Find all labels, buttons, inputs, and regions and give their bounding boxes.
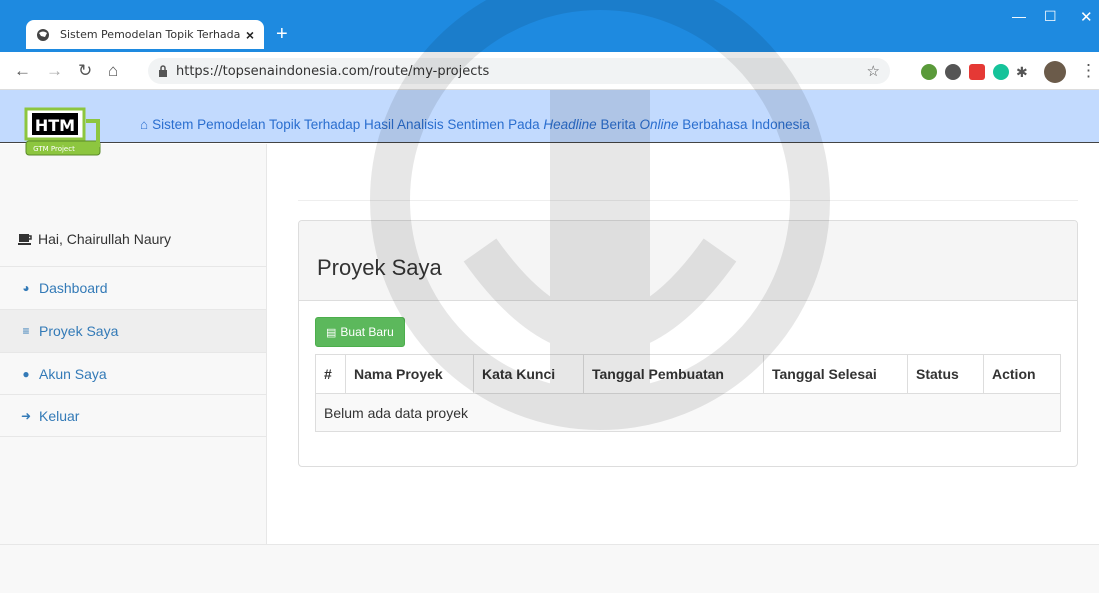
table-row: Belum ada data proyek: [315, 393, 1061, 432]
column-header: Tanggal Pembuatan: [583, 354, 764, 394]
globe-icon: [37, 28, 49, 41]
create-project-button[interactable]: ▤ Buat Baru: [315, 317, 405, 347]
logo-text: HTM: [35, 116, 75, 135]
address-toolbar: ← → ↻ ⌂ https://topsenaindonesia.com/rou…: [0, 52, 1099, 90]
coffee-icon: [18, 234, 32, 245]
home-icon[interactable]: ⌂: [108, 61, 118, 81]
sidebar-item-akun-saya[interactable]: ● Akun Saya: [0, 352, 266, 395]
table-header-row: # Nama Proyek Kata Kunci Tanggal Pembuat…: [315, 354, 1061, 394]
sidebar-item-keluar[interactable]: ➜ Keluar: [0, 394, 266, 437]
projects-panel: Proyek Saya ▤ Buat Baru # Nama Proyek Ka…: [298, 220, 1078, 467]
browser-titlebar: Sistem Pemodelan Topik Terhada × + — ☐ ✕: [0, 0, 1099, 52]
content-divider: [298, 200, 1078, 201]
database-icon: ≡: [22, 324, 30, 338]
back-icon[interactable]: ←: [14, 61, 31, 81]
minimize-button[interactable]: —: [1012, 8, 1026, 24]
pocket-icon[interactable]: [969, 64, 985, 80]
url-text: https://topsenaindonesia.com/route/my-pr…: [176, 63, 490, 79]
user-greeting: Hai, Chairullah Naury: [18, 231, 171, 247]
page-title: ⌂ Sistem Pemodelan Topik Terhadap Hasil A…: [140, 117, 810, 132]
menu-kebab-icon[interactable]: ⋮: [1080, 61, 1097, 81]
extension-icon[interactable]: [921, 64, 937, 80]
empty-message: Belum ada data proyek: [315, 393, 1061, 432]
projects-table: # Nama Proyek Kata Kunci Tanggal Pembuat…: [315, 354, 1061, 432]
sidebar-item-proyek-saya[interactable]: ≡ Proyek Saya: [0, 309, 266, 352]
user-icon: ●: [22, 367, 30, 381]
column-header: Tanggal Selesai: [763, 354, 908, 394]
browser-tab[interactable]: Sistem Pemodelan Topik Terhada ×: [26, 20, 264, 49]
url-bar[interactable]: https://topsenaindonesia.com/route/my-pr…: [148, 58, 890, 84]
logout-icon: ➜: [20, 409, 32, 423]
bookmark-star-icon[interactable]: ☆: [867, 62, 880, 80]
tab-close-button[interactable]: ×: [246, 27, 254, 43]
sidebar-divider: [0, 436, 266, 437]
extension-icon[interactable]: [945, 64, 961, 80]
profile-avatar[interactable]: [1044, 61, 1066, 83]
home-icon: ⌂: [140, 117, 149, 132]
tab-title: Sistem Pemodelan Topik Terhada: [60, 28, 240, 41]
reload-icon[interactable]: ↻: [78, 61, 92, 81]
logo-subtext: GTM Project: [33, 145, 75, 153]
column-header: #: [315, 354, 346, 394]
new-tab-button[interactable]: +: [276, 22, 288, 46]
column-header: Action: [983, 354, 1061, 394]
column-header: Nama Proyek: [345, 354, 474, 394]
lock-icon: [159, 65, 167, 77]
file-icon: ▤: [326, 326, 337, 339]
puzzle-icon[interactable]: ✱: [1016, 62, 1028, 82]
sidebar: Hai, Chairullah Naury ◕ Dashboard ≡ Proy…: [0, 144, 267, 544]
close-window-button[interactable]: ✕: [1080, 8, 1093, 26]
grammarly-icon[interactable]: [993, 64, 1009, 80]
footer: [0, 544, 1099, 593]
dashboard-icon: ◕: [22, 281, 30, 295]
forward-icon[interactable]: →: [46, 61, 63, 81]
panel-title: Proyek Saya: [299, 221, 1077, 301]
maximize-button[interactable]: ☐: [1044, 8, 1057, 25]
column-header: Status: [907, 354, 984, 394]
sidebar-item-dashboard[interactable]: ◕ Dashboard: [0, 266, 266, 309]
logo: HTM GTM Project: [24, 107, 101, 156]
column-header: Kata Kunci: [473, 354, 584, 394]
